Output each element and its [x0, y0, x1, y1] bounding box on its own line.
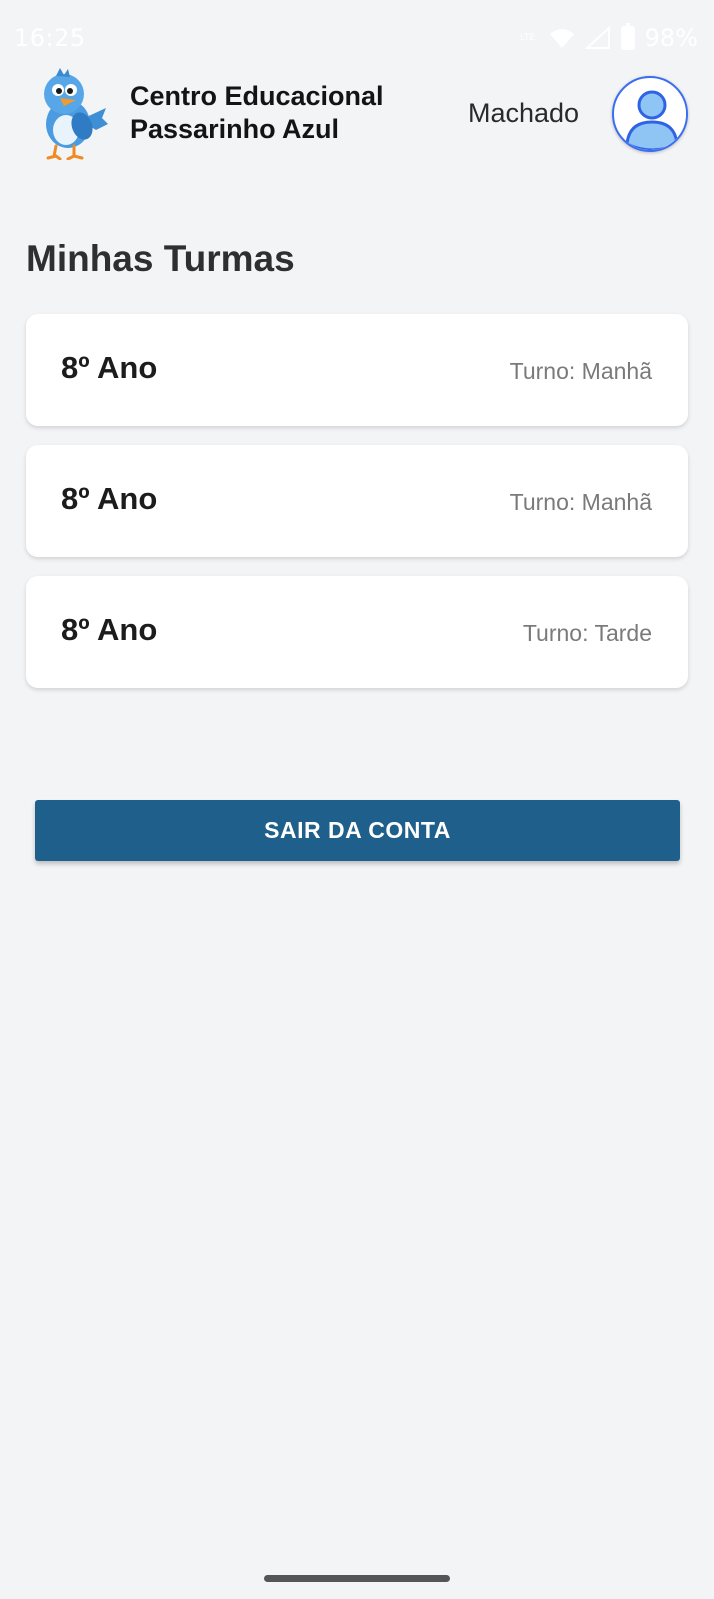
user-name: Machado: [468, 98, 580, 128]
school-name: Centro Educacional Passarinho Azul: [130, 80, 430, 146]
wifi-icon: [549, 29, 574, 48]
class-list: 8º Ano Turno: Manhã 8º Ano Turno: Manhã …: [26, 314, 688, 707]
page-title: Minhas Turmas: [26, 238, 295, 279]
class-card[interactable]: 8º Ano Turno: Manhã: [26, 314, 688, 426]
bird-logo-icon: [44, 68, 108, 160]
app-screen: 16:25 LTE 98% Centro Educacional Passari…: [0, 0, 714, 1599]
class-shift: Turno: Manhã: [509, 489, 652, 515]
signal-icon: [584, 26, 610, 49]
status-bar: 16:25 LTE 98%: [0, 0, 714, 72]
home-indicator[interactable]: [264, 1575, 450, 1582]
logout-button[interactable]: SAIR DA CONTA: [35, 800, 680, 861]
battery-level: 98%: [644, 24, 698, 52]
class-name: 8º Ano: [61, 612, 158, 647]
lte-icon: LTE: [520, 32, 536, 43]
class-name: 8º Ano: [61, 350, 158, 385]
class-shift: Turno: Manhã: [509, 358, 652, 384]
school-name-line1: Centro Educacional: [130, 81, 384, 111]
avatar[interactable]: [612, 76, 688, 152]
class-name: 8º Ano: [61, 481, 158, 516]
class-card[interactable]: 8º Ano Turno: Manhã: [26, 445, 688, 557]
school-name-line2: Passarinho Azul: [130, 114, 340, 144]
app-header: Centro Educacional Passarinho Azul Macha…: [0, 66, 714, 162]
class-card[interactable]: 8º Ano Turno: Tarde: [26, 576, 688, 688]
user-icon: [617, 81, 686, 150]
battery-icon: [620, 23, 635, 50]
class-shift: Turno: Tarde: [522, 620, 652, 646]
status-time: 16:25: [14, 24, 86, 52]
status-icons: LTE 98%: [517, 23, 698, 52]
